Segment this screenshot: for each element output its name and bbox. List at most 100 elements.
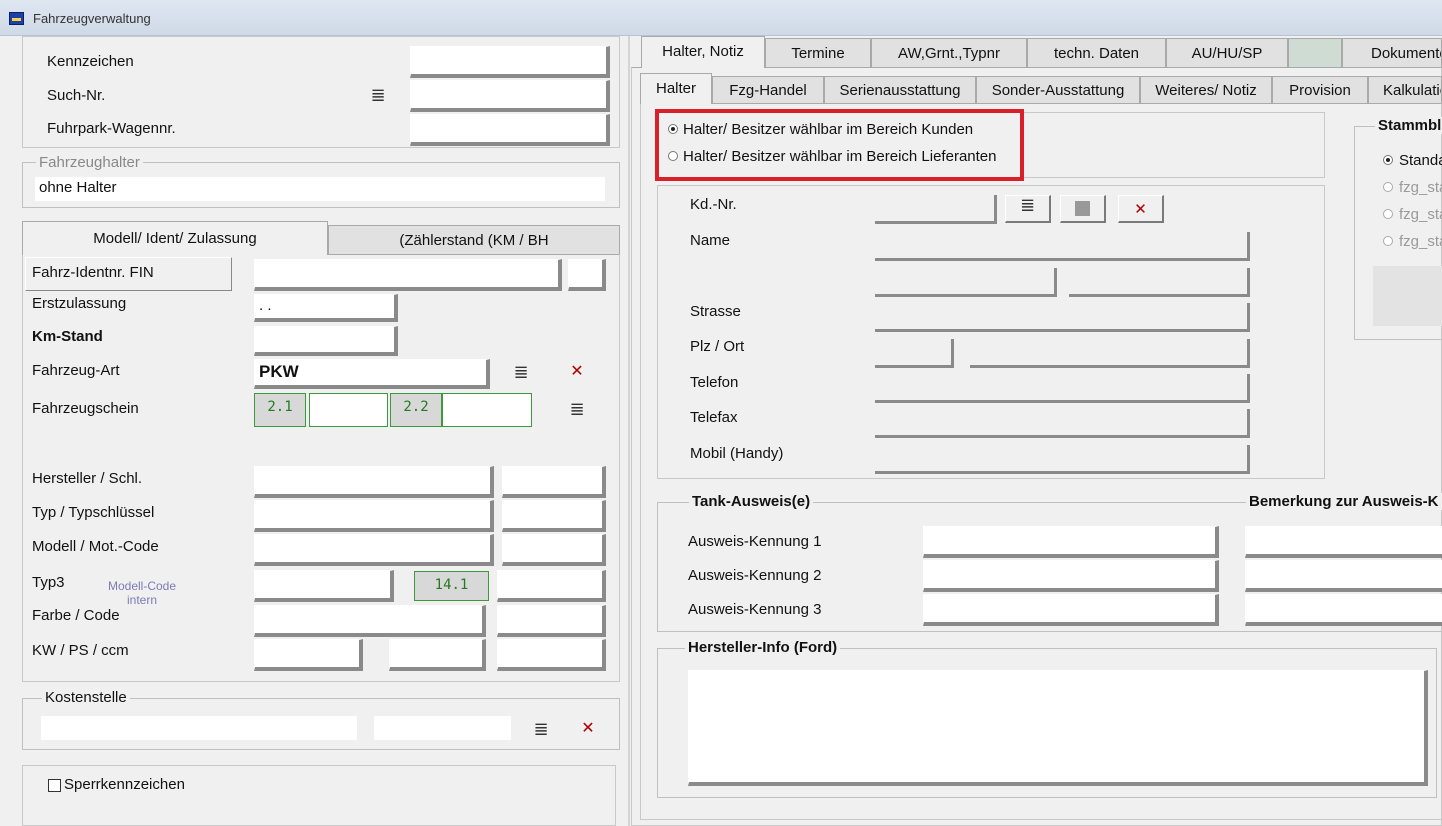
fahrzeugschein-input-2-2[interactable] [442, 393, 532, 427]
tab-termine[interactable]: Termine [765, 38, 871, 68]
ps-input[interactable] [389, 639, 486, 671]
subtab-kalkulation[interactable]: Kalkulatio [1368, 76, 1442, 104]
kdnr-delete-button[interactable]: ✕ [1118, 195, 1164, 223]
ausweis-bemerkung-1-input[interactable] [1245, 526, 1442, 558]
sperrkennzeichen-checkbox[interactable] [48, 779, 61, 792]
stammblatt-option-3: fzg_sta [1399, 233, 1442, 250]
subtab-halter[interactable]: Halter [640, 73, 712, 104]
kostenstelle-list-icon[interactable] [531, 720, 551, 740]
square-icon [1075, 201, 1090, 216]
stammblatt-radio-standard[interactable] [1383, 155, 1393, 165]
stammblatt-radio-2[interactable] [1383, 209, 1393, 219]
fin-check-input[interactable] [568, 259, 606, 291]
kdnr-label: Kd.-Nr. [690, 196, 737, 213]
tab-techn-daten[interactable]: techn. Daten [1027, 38, 1166, 68]
stammblatt-radio-1[interactable] [1383, 182, 1393, 192]
name3-input[interactable] [1069, 268, 1250, 297]
ausweis-kennung-1-label: Ausweis-Kennung 1 [688, 533, 822, 550]
subtab-weiteres-notiz[interactable]: Weiteres/ Notiz [1140, 76, 1272, 104]
kw-input[interactable] [254, 639, 363, 671]
fin-label-button[interactable]: Fahrz-Identnr. FIN [25, 257, 232, 291]
stammblatt-button-area[interactable] [1373, 266, 1442, 326]
ausweis-kennung-1-input[interactable] [923, 526, 1219, 558]
hersteller-schl-input[interactable] [502, 466, 606, 498]
fahrzeugart-list-icon[interactable] [511, 363, 531, 383]
subtab-fzg-handel[interactable]: Fzg-Handel [712, 76, 824, 104]
kostenstelle-title: Kostenstelle [42, 689, 130, 706]
tab-halter-notiz[interactable]: Halter, Notiz [641, 36, 765, 68]
ccm-input[interactable] [497, 639, 606, 671]
kdnr-list-button[interactable] [1005, 195, 1051, 223]
farbe-input[interactable] [254, 605, 486, 637]
subtab-serienausstattung[interactable]: Serienausstattung [824, 76, 976, 104]
name-input[interactable] [875, 232, 1250, 261]
fahrzeugart-label: Fahrzeug-Art [32, 362, 120, 379]
name2-input[interactable] [875, 268, 1057, 297]
kostenstelle-delete-icon[interactable]: ✕ [578, 721, 598, 741]
fuhrpark-label: Fuhrpark-Wagennr. [47, 120, 176, 137]
highlight-box [655, 109, 1024, 181]
suchnr-input[interactable] [410, 80, 610, 112]
telefon-input[interactable] [875, 374, 1250, 403]
kmstand-input[interactable] [254, 326, 398, 356]
typ3-label: Typ3 [32, 574, 65, 591]
fahrzeugschein-list-icon[interactable] [567, 400, 587, 420]
farbcode-input[interactable] [497, 605, 606, 637]
motcode-input[interactable] [502, 534, 606, 566]
kostenstelle-name-input[interactable] [374, 716, 511, 740]
fin-input[interactable] [254, 259, 562, 291]
hersteller-input[interactable] [254, 466, 494, 498]
plz-input[interactable] [875, 339, 954, 368]
tab-au-hu-sp[interactable]: AU/HU/SP [1166, 38, 1288, 68]
ausweis-kennung-2-input[interactable] [923, 560, 1219, 592]
fahrzeughalter-value[interactable]: ohne Halter [35, 177, 605, 201]
subtab-sonder-ausstattung[interactable]: Sonder-Ausstattung [976, 76, 1140, 104]
tab-zaehlerstand[interactable]: (Zählerstand (KM / BH [328, 225, 620, 255]
hersteller-info-textarea[interactable] [688, 670, 1428, 786]
tab-dokumente[interactable]: Dokumente [1342, 38, 1442, 68]
stammblatt-option-standard: Standa [1399, 152, 1442, 169]
fahrzeugschein-label: Fahrzeugschein [32, 400, 139, 417]
typschluessel-input[interactable] [502, 500, 606, 532]
kdnr-stop-button[interactable] [1060, 195, 1106, 223]
telefax-input[interactable] [875, 409, 1250, 438]
typ3-input[interactable] [254, 570, 394, 602]
sperrkennzeichen-label: Sperrkennzeichen [64, 776, 185, 793]
strasse-input[interactable] [875, 303, 1250, 332]
ausweis-bemerkung-2-input[interactable] [1245, 560, 1442, 592]
bemerkung-ausweis-title: Bemerkung zur Ausweis-K [1246, 493, 1442, 510]
fuhrpark-input[interactable] [410, 114, 610, 146]
tank-ausweis-title: Tank-Ausweis(e) [689, 493, 814, 510]
splitter[interactable] [628, 36, 630, 826]
ausweis-kennung-3-input[interactable] [923, 594, 1219, 626]
subtab-provision[interactable]: Provision [1272, 76, 1368, 104]
sperr-panel [22, 765, 616, 826]
kdnr-input[interactable] [875, 195, 997, 224]
tab-empty[interactable] [1288, 38, 1342, 68]
fahrzeughalter-title: Fahrzeughalter [36, 154, 143, 171]
suchnr-list-icon[interactable] [369, 86, 387, 104]
fahrzeugschein-input-2-1[interactable] [309, 393, 388, 427]
modellcode-intern-hint: Modell-Code intern [107, 579, 177, 608]
tab-modell-ident[interactable]: Modell/ Ident/ Zulassung [22, 221, 328, 255]
ausweis-bemerkung-3-input[interactable] [1245, 594, 1442, 626]
telefon-label: Telefon [690, 374, 739, 391]
mobil-input[interactable] [875, 445, 1250, 474]
tab-aw-grnt-typnr[interactable]: AW,Grnt.,Typnr [871, 38, 1027, 68]
stammblatt-radio-3[interactable] [1383, 236, 1393, 246]
kennzeichen-label: Kennzeichen [47, 53, 134, 70]
typ-input[interactable] [254, 500, 494, 532]
fahrzeugart-delete-icon[interactable]: ✕ [567, 364, 587, 384]
typ3-extra-input[interactable] [497, 570, 606, 602]
kostenstelle-input[interactable] [41, 716, 357, 740]
fahrzeugart-input[interactable]: PKW [254, 359, 490, 389]
fahrzeugschein-code-2-2: 2.2 [390, 393, 442, 427]
modell-input[interactable] [254, 534, 494, 566]
ort-input[interactable] [970, 339, 1250, 368]
hersteller-label: Hersteller / Schl. [32, 470, 143, 487]
list-icon [1020, 198, 1035, 215]
erstzulassung-input[interactable]: . . [254, 294, 398, 322]
kennzeichen-input[interactable] [410, 46, 610, 78]
strasse-label: Strasse [690, 303, 741, 320]
name-label: Name [690, 232, 731, 249]
